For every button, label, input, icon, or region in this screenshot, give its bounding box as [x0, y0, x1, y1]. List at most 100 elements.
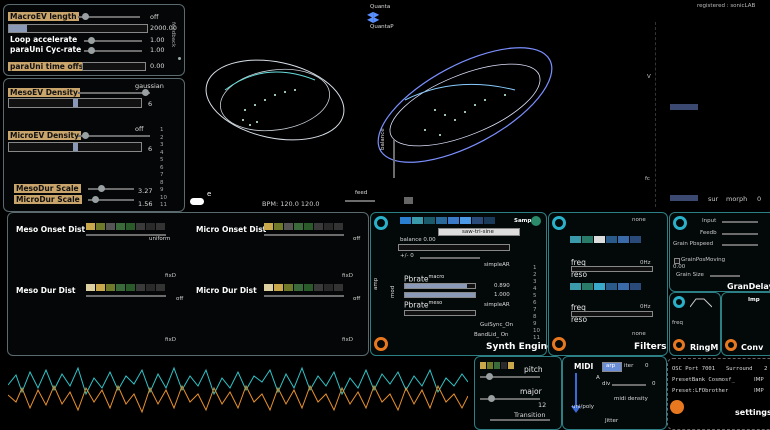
filters-output-knob[interactable] [552, 337, 566, 351]
synth-samp-knob[interactable] [531, 216, 541, 226]
filters-input-knob[interactable] [552, 216, 566, 230]
graindelay-size-slider[interactable] [710, 275, 740, 277]
filter2-cells[interactable] [570, 283, 642, 290]
settings-imp1[interactable]: IMP [754, 377, 764, 383]
parauni-time-offset-bar[interactable] [82, 62, 146, 71]
micro-onset-off: off [353, 236, 361, 242]
macroev-length-knob[interactable] [82, 13, 89, 20]
registered-label: registered : sonicLAB [697, 3, 756, 9]
midi-div-slider[interactable] [612, 384, 646, 386]
micro-dur-off: off [353, 296, 361, 302]
pitch-transition-slider[interactable] [490, 419, 550, 421]
graindelay-pbspeed-slider[interactable] [722, 244, 758, 246]
pitch-scale-major: major [520, 387, 542, 396]
meso-onset-uniform: uniform [149, 236, 171, 242]
mesoev-density-slider[interactable] [78, 92, 150, 94]
mesodur-scale-slider[interactable] [88, 188, 134, 190]
mesoev-density-bar[interactable] [8, 98, 142, 108]
mesodur-scale-knob[interactable] [98, 185, 105, 192]
microdur-scale-knob[interactable] [92, 196, 99, 203]
conv-output-knob[interactable] [725, 339, 737, 351]
loop-accelerate-knob[interactable] [88, 37, 95, 44]
toggle-switch[interactable] [190, 198, 204, 205]
micro-onset-slider[interactable] [264, 234, 344, 236]
macroev-off-value: off [150, 13, 159, 21]
feedback-dot[interactable] [178, 57, 181, 60]
settings-surround-label: Surround [726, 366, 753, 372]
graindelay-feedb-slider[interactable] [722, 233, 758, 235]
synth-pbrate-macro-bar[interactable] [404, 283, 476, 289]
settings-master-knob[interactable] [670, 400, 684, 414]
micro-onset-cells[interactable] [264, 223, 344, 230]
graindelay-input-knob[interactable] [673, 216, 687, 230]
synth-gusync-label: GuiSync_On [480, 322, 514, 328]
synth-amp-knob[interactable] [374, 216, 388, 230]
parauni-cycrate-knob[interactable] [88, 47, 95, 54]
midi-unipoly-label: uni/poly [572, 404, 594, 410]
synth-output-knob[interactable] [374, 337, 388, 351]
microev-density-knob[interactable] [82, 132, 89, 139]
parauni-time-offset-label: paraUni time offset [8, 62, 94, 71]
midi-div-value: 0 [652, 381, 656, 387]
filters-title: Filters [634, 342, 667, 352]
synth-pbrate-meso-bar[interactable] [404, 310, 476, 316]
scope-bar-top [670, 104, 698, 110]
feedback-label: feedback [170, 22, 176, 48]
synth-plusminus-slider[interactable] [420, 257, 480, 259]
pitch-cells[interactable] [480, 362, 515, 369]
mesoev-density-value: 6 [148, 100, 153, 108]
filters-none-1: none [632, 217, 646, 223]
synth-balance-bar[interactable] [398, 244, 510, 251]
pitch-knob[interactable] [486, 373, 493, 380]
feed-slider[interactable] [345, 200, 375, 202]
pitch-scale-knob[interactable] [488, 395, 495, 402]
synth-bandlid-label: BandLid_ On [474, 332, 509, 338]
balance-slider[interactable] [393, 140, 395, 178]
midi-jitter-label: Jitter [605, 418, 619, 424]
micro-dur-cells[interactable] [264, 284, 344, 291]
bpm-readout: BPM: 120.0 120.0 [262, 200, 320, 208]
particle-visualization [205, 47, 553, 163]
graindelay-size-label: Grain Size [676, 272, 704, 278]
micro-dur-slider[interactable] [264, 295, 344, 297]
ringm-envelope-icon [690, 298, 712, 308]
microdur-scale-value: 1.56 [138, 200, 153, 208]
meso-onset-cells[interactable] [86, 223, 166, 230]
filter1-cells[interactable] [570, 236, 642, 243]
meso-dur-cells[interactable] [86, 284, 166, 291]
macroev-length-bar[interactable] [8, 24, 148, 33]
synth-waveform-cells[interactable] [400, 217, 496, 224]
synth-pbrate-bar-2[interactable] [404, 292, 476, 298]
mesoev-density-knob[interactable] [142, 89, 149, 96]
settings-imp2[interactable]: IMP [754, 388, 764, 394]
scope-morph-label: morph [726, 195, 748, 203]
toggle-e-label: e [207, 190, 212, 198]
filters-none-2: none [632, 331, 646, 337]
mesoev-density-label: MesoEV Density [8, 88, 80, 97]
macroev-length-label: MacroEV length [8, 12, 79, 21]
scope-fc-label: fc [645, 176, 650, 182]
meso-dur-dist-label: Meso Dur Dist [16, 286, 76, 295]
synth-waveform-label: saw-tri-sine [462, 229, 494, 235]
conv-title: Conv [741, 343, 764, 352]
ringm-freq-label: freq [672, 320, 683, 326]
folder-icon[interactable] [404, 197, 413, 204]
midi-iter-value: 0 [645, 363, 649, 369]
settings-preset: Preset:LFObrother [672, 388, 729, 394]
ringm-output-knob[interactable] [673, 339, 685, 351]
microev-density-bar[interactable] [8, 142, 142, 152]
synth-balance-label: balance 0.00 [400, 237, 436, 243]
pitch-label: pitch [524, 365, 543, 374]
micro-off-value: off [135, 125, 144, 133]
parauni-cycrate-value: 1.00 [150, 46, 165, 54]
graindelay-value-000: 0.00 [673, 264, 686, 270]
synth-mod-label: mod [390, 285, 396, 298]
meso-dur-slider[interactable] [86, 295, 166, 297]
midi-arp-toggle[interactable]: arp [602, 362, 622, 372]
quanta-arrows-icon[interactable]: ◀▶ ◀▶ [367, 11, 381, 24]
ringm-input-knob[interactable] [673, 296, 685, 308]
graindelay-input-slider[interactable] [722, 221, 758, 223]
scope-v-label: V [647, 74, 651, 80]
midi-label: MIDI [574, 362, 594, 371]
scale-number-column: 1 2 3 4 5 6 7 8 9 10 11 [160, 127, 167, 208]
